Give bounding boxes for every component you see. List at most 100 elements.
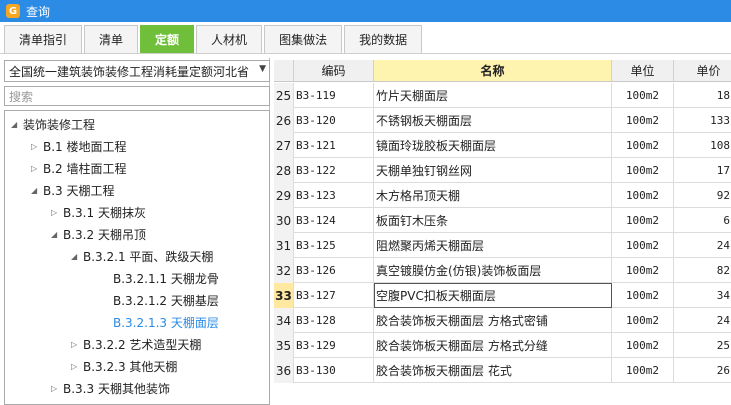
cell-unit[interactable]: 100m2 <box>612 108 674 133</box>
row-index[interactable]: 35 <box>274 333 294 358</box>
cell-unit[interactable]: 100m2 <box>612 83 674 108</box>
column-header-unit[interactable]: 单位 <box>612 60 674 82</box>
row-index[interactable]: 36 <box>274 358 294 383</box>
cell-price[interactable]: 18 <box>674 83 731 108</box>
tree-expanded-icon[interactable]: ◢ <box>71 252 83 261</box>
tree-collapsed-icon[interactable]: ▷ <box>71 362 83 371</box>
cell-unit[interactable]: 100m2 <box>612 208 674 233</box>
tree-expanded-icon[interactable]: ◢ <box>11 120 23 129</box>
cell-code[interactable]: B3-121 <box>294 133 374 158</box>
cell-name[interactable]: 空腹PVC扣板天棚面层 <box>374 283 612 308</box>
tree-expanded-icon[interactable]: ◢ <box>51 230 63 239</box>
tree-node[interactable]: ◢ 装饰装修工程 <box>11 113 95 135</box>
tab-5[interactable]: 图集做法 <box>264 25 343 53</box>
cell-price[interactable]: 25 <box>674 333 731 358</box>
table-row[interactable]: 33 B3-127 空腹PVC扣板天棚面层 100m2 34 <box>274 283 731 308</box>
tab-3[interactable]: 定额 <box>140 25 195 53</box>
table-row[interactable]: 36 B3-130 胶合装饰板天棚面层 花式 100m2 26 <box>274 358 731 383</box>
cell-unit[interactable]: 100m2 <box>612 308 674 333</box>
tab-6[interactable]: 我的数据 <box>344 25 423 53</box>
table-row[interactable]: 28 B3-122 天棚单独钉钢丝网 100m2 17 <box>274 158 731 183</box>
tab-4[interactable]: 人材机 <box>196 25 263 53</box>
table-row[interactable]: 30 B3-124 板面钉木压条 100m2 6 <box>274 208 731 233</box>
table-row[interactable]: 34 B3-128 胶合装饰板天棚面层 方格式密铺 100m2 24 <box>274 308 731 333</box>
cell-code[interactable]: B3-122 <box>294 158 374 183</box>
cell-code[interactable]: B3-125 <box>294 233 374 258</box>
row-index[interactable]: 25 <box>274 83 294 108</box>
column-header-code[interactable]: 编码 <box>294 60 374 82</box>
tree-collapsed-icon[interactable]: ▷ <box>51 208 63 217</box>
tree-node[interactable]: ▷ B.3.2.2 艺术造型天棚 <box>71 333 201 355</box>
cell-name[interactable]: 板面钉木压条 <box>374 208 612 233</box>
cell-code[interactable]: B3-126 <box>294 258 374 283</box>
table-row[interactable]: 31 B3-125 阻燃聚丙烯天棚面层 100m2 24 <box>274 233 731 258</box>
cell-unit[interactable]: 100m2 <box>612 233 674 258</box>
cell-price[interactable]: 26 <box>674 358 731 383</box>
cell-price[interactable]: 17 <box>674 158 731 183</box>
table-row[interactable]: 26 B3-120 不锈钢板天棚面层 100m2 133 <box>274 108 731 133</box>
cell-name[interactable]: 不锈钢板天棚面层 <box>374 108 612 133</box>
cell-unit[interactable]: 100m2 <box>612 158 674 183</box>
column-header-price[interactable]: 单价 <box>674 60 731 82</box>
cell-name[interactable]: 阻燃聚丙烯天棚面层 <box>374 233 612 258</box>
tab-1[interactable]: 清单指引 <box>4 25 83 53</box>
cell-name[interactable]: 木方格吊顶天棚 <box>374 183 612 208</box>
tree-expanded-icon[interactable]: ◢ <box>31 186 43 195</box>
row-index[interactable]: 26 <box>274 108 294 133</box>
cell-code[interactable]: B3-130 <box>294 358 374 383</box>
cell-name[interactable]: 真空镀膜仿金(仿银)装饰板面层 <box>374 258 612 283</box>
tree-node[interactable]: ◢ B.3.2 天棚吊顶 <box>51 223 146 245</box>
cell-name[interactable]: 胶合装饰板天棚面层 花式 <box>374 358 612 383</box>
tree-node[interactable]: ▷ B.3.3 天棚其他装饰 <box>51 377 170 399</box>
row-index[interactable]: 32 <box>274 258 294 283</box>
search-input[interactable]: 搜索 <box>4 86 270 106</box>
table-row[interactable]: 27 B3-121 镜面玲珑胶板天棚面层 100m2 108 <box>274 133 731 158</box>
table-row[interactable]: 29 B3-123 木方格吊顶天棚 100m2 92 <box>274 183 731 208</box>
cell-unit[interactable]: 100m2 <box>612 283 674 308</box>
cell-price[interactable]: 24 <box>674 233 731 258</box>
cell-unit[interactable]: 100m2 <box>612 133 674 158</box>
row-index[interactable]: 31 <box>274 233 294 258</box>
cell-name[interactable]: 竹片天棚面层 <box>374 83 612 108</box>
row-index[interactable]: 29 <box>274 183 294 208</box>
tree-node[interactable]: ◢ B.3 天棚工程 <box>31 179 115 201</box>
tree-node[interactable]: ◢ B.3.2.1 平面、跌级天棚 <box>71 245 213 267</box>
table-row[interactable]: 32 B3-126 真空镀膜仿金(仿银)装饰板面层 100m2 82 <box>274 258 731 283</box>
tree-node[interactable]: ▷ B.2 墙柱面工程 <box>31 157 127 179</box>
cell-code[interactable]: B3-128 <box>294 308 374 333</box>
tree-node[interactable]: ▷ B.3.2.3 其他天棚 <box>71 355 177 377</box>
chevron-down-icon[interactable]: ▼ <box>259 64 266 74</box>
row-index[interactable]: 34 <box>274 308 294 333</box>
cell-price[interactable]: 24 <box>674 308 731 333</box>
table-row[interactable]: 35 B3-129 胶合装饰板天棚面层 方格式分缝 100m2 25 <box>274 333 731 358</box>
tab-2[interactable]: 清单 <box>84 25 139 53</box>
cell-name[interactable]: 镜面玲珑胶板天棚面层 <box>374 133 612 158</box>
cell-code[interactable]: B3-124 <box>294 208 374 233</box>
cell-code[interactable]: B3-129 <box>294 333 374 358</box>
cell-price[interactable]: 34 <box>674 283 731 308</box>
tree-node[interactable]: B.3.2.1.3 天棚面层 <box>101 311 219 333</box>
cell-price[interactable]: 6 <box>674 208 731 233</box>
cell-name[interactable]: 天棚单独钉钢丝网 <box>374 158 612 183</box>
tree-node[interactable]: B.3.2.1.2 天棚基层 <box>101 289 219 311</box>
tree-node[interactable]: ▷ B.3.1 天棚抹灰 <box>51 201 146 223</box>
row-index[interactable]: 27 <box>274 133 294 158</box>
row-index[interactable]: 33 <box>274 283 294 308</box>
cell-code[interactable]: B3-119 <box>294 83 374 108</box>
cell-price[interactable]: 82 <box>674 258 731 283</box>
cell-name[interactable]: 胶合装饰板天棚面层 方格式密铺 <box>374 308 612 333</box>
row-index[interactable]: 28 <box>274 158 294 183</box>
row-index[interactable]: 30 <box>274 208 294 233</box>
cell-name[interactable]: 胶合装饰板天棚面层 方格式分缝 <box>374 333 612 358</box>
cell-price[interactable]: 92 <box>674 183 731 208</box>
cell-unit[interactable]: 100m2 <box>612 183 674 208</box>
cell-unit[interactable]: 100m2 <box>612 358 674 383</box>
cell-code[interactable]: B3-123 <box>294 183 374 208</box>
cell-unit[interactable]: 100m2 <box>612 258 674 283</box>
cell-unit[interactable]: 100m2 <box>612 333 674 358</box>
tree-node[interactable]: B.3.4 采光天棚 <box>51 399 146 405</box>
tree-collapsed-icon[interactable]: ▷ <box>51 384 63 393</box>
cell-code[interactable]: B3-120 <box>294 108 374 133</box>
column-header-name[interactable]: 名称 <box>374 60 612 82</box>
cell-price[interactable]: 133 <box>674 108 731 133</box>
